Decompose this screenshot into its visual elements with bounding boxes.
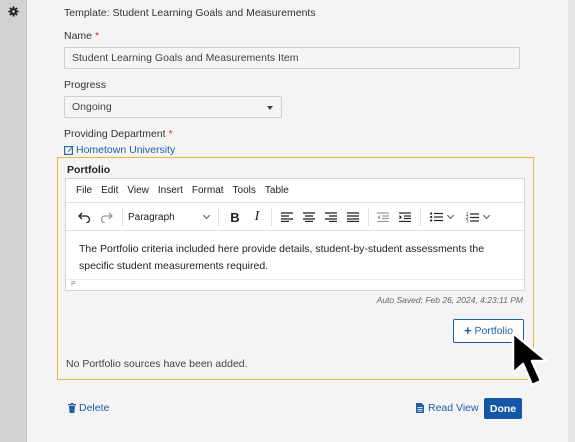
required-mark: * [168, 128, 173, 140]
providing-department-label: Providing Department * [64, 128, 173, 140]
bullet-list-icon[interactable] [426, 203, 456, 231]
menu-table[interactable]: Table [265, 185, 289, 196]
menu-file[interactable]: File [76, 185, 92, 196]
editor-content[interactable]: The Portfolio criteria included here pro… [79, 241, 519, 274]
left-rail [0, 0, 27, 442]
justify-icon[interactable] [342, 203, 364, 231]
redo-icon[interactable] [96, 203, 116, 231]
portfolio-title: Portfolio [67, 164, 111, 176]
template-value: Student Learning Goals and Measurements [112, 7, 316, 19]
required-mark: * [94, 30, 100, 42]
toolbar-divider [122, 208, 123, 226]
auto-saved-status: Auto Saved: Feb 26, 2024, 4:23:11 PM [376, 295, 523, 305]
portfolio-section: Portfolio File Edit View Insert Format T… [57, 157, 534, 380]
menu-view[interactable]: View [127, 185, 149, 196]
chevron-down-icon[interactable] [446, 211, 454, 220]
template-line: Template: Student Learning Goals and Mea… [64, 7, 316, 19]
edit-icon [64, 146, 74, 155]
gear-icon[interactable] [8, 6, 19, 17]
indent-icon[interactable] [394, 203, 416, 231]
chevron-down-icon [202, 211, 211, 220]
numbered-list-icon[interactable]: 123 [462, 203, 492, 231]
trash-icon [68, 403, 76, 413]
read-view-button[interactable]: Read View [416, 402, 479, 414]
bold-icon[interactable]: B [224, 203, 246, 231]
block-format-select[interactable]: Paragraph [128, 207, 214, 227]
menu-tools[interactable]: Tools [233, 185, 256, 196]
align-right-icon[interactable] [320, 203, 342, 231]
chevron-down-icon[interactable] [482, 211, 490, 220]
rich-text-editor[interactable]: File Edit View Insert Format Tools Table… [65, 178, 525, 291]
italic-icon[interactable]: I [246, 203, 268, 231]
editor-statusbar: P [66, 279, 524, 290]
toolbar-divider [420, 208, 421, 226]
name-field-value: Student Learning Goals and Measurements … [72, 52, 299, 64]
delete-button[interactable]: Delete [68, 402, 109, 414]
caret-down-icon [267, 106, 273, 110]
name-label-text: Name [64, 30, 93, 42]
toolbar-divider [271, 208, 272, 226]
block-format-value: Paragraph [128, 211, 175, 223]
align-left-icon[interactable] [276, 203, 298, 231]
plus-icon: + [463, 323, 472, 338]
name-label: Name * [64, 30, 99, 42]
svg-text:3: 3 [466, 218, 469, 223]
read-view-label: Read View [428, 402, 479, 414]
add-portfolio-label: Portfolio [474, 325, 514, 337]
outdent-icon[interactable] [372, 203, 394, 231]
undo-icon[interactable] [74, 203, 94, 231]
department-link-text[interactable]: Hometown University [76, 144, 175, 156]
menu-format[interactable]: Format [192, 185, 224, 196]
empty-sources-message: No Portfolio sources have been added. [66, 358, 248, 370]
editor-toolbar: Paragraph B I 1 2 3 [66, 203, 524, 231]
menu-edit[interactable]: Edit [101, 185, 118, 196]
align-center-icon[interactable] [298, 203, 320, 231]
progress-select-value: Ongoing [72, 101, 112, 113]
template-label: Template: [64, 7, 110, 19]
done-button[interactable]: Done [484, 398, 522, 419]
providing-department-label-text: Providing Department [64, 128, 166, 140]
progress-label: Progress [64, 79, 107, 91]
toolbar-divider [368, 208, 369, 226]
name-field[interactable]: Student Learning Goals and Measurements … [64, 47, 520, 69]
progress-select[interactable]: Ongoing [64, 96, 282, 118]
mouse-pointer-icon [511, 331, 549, 387]
editor-menubar: File Edit View Insert Format Tools Table [66, 179, 524, 203]
menu-insert[interactable]: Insert [158, 185, 183, 196]
toolbar-divider [218, 208, 219, 226]
delete-label: Delete [79, 402, 110, 414]
document-icon [416, 403, 424, 413]
department-link[interactable]: Hometown University [64, 144, 175, 156]
